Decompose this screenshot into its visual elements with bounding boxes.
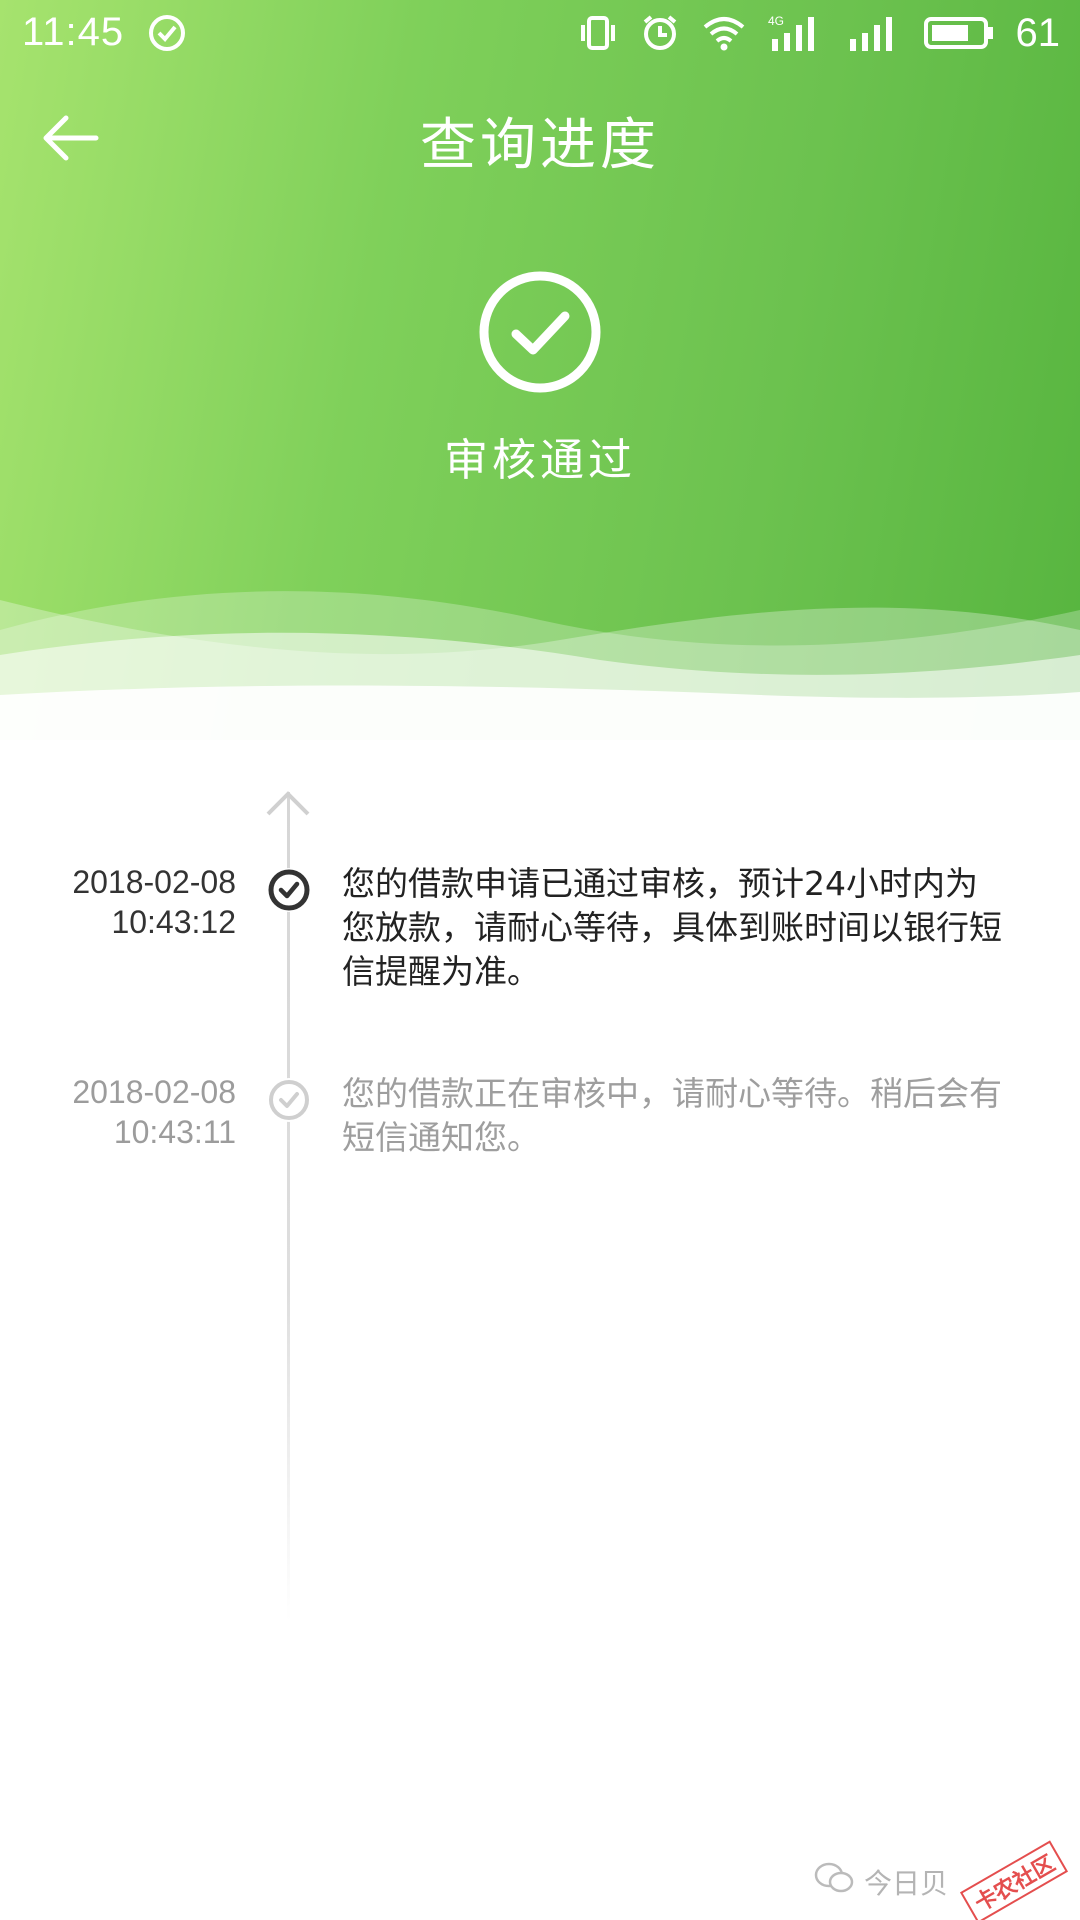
watermark-badge: 卡农社区 [959,1839,1069,1920]
timeline-timestamp: 2018-02-08 10:43:12 [72,862,236,942]
timeline-message: 您的借款申请已通过审核，预计24小时内为您放款，请耐心等待，具体到账时间以银行短… [342,864,1002,991]
approval-status: 审核通过 [444,435,636,486]
status-icons: 4G 61 [578,10,1061,56]
watermark: 今日贝 卡农社区 [814,1839,1069,1920]
wave-decoration [0,591,1080,740]
timeline-arrow-icon [266,791,310,816]
timeline-time: 10:43:12 [111,904,236,940]
timeline-timestamp: 2018-02-08 10:43:11 [72,1072,236,1152]
timeline-time: 10:43:11 [113,1114,236,1150]
svg-text:4G: 4G [768,14,784,28]
check-circle-icon [148,14,186,62]
timeline-message: 您的借款正在审核中，请耐心等待。稍后会有短信通知您。 [342,1074,1002,1157]
page-title: 查询进度 [420,113,660,178]
vibrate-icon [578,13,618,53]
timeline-date: 2018-02-08 [72,1074,236,1110]
active-check-icon [267,868,311,912]
wechat-icon [814,1861,854,1902]
watermark-text: 今日贝 [863,1866,948,1900]
signal-icon [846,13,902,53]
alarm-icon [640,13,680,53]
battery-icon [923,13,994,53]
battery-level: 61 [1015,10,1061,55]
timeline-line [287,792,290,1622]
inactive-check-icon [267,1078,311,1122]
wifi-icon [702,13,746,53]
status-time: 11:45 [22,10,125,54]
signal-4g-icon: 4G [768,13,824,53]
timeline-date: 2018-02-08 [72,864,236,900]
approved-check-icon [478,270,602,394]
status-bar: 11:45 4G 61 [0,0,1080,66]
